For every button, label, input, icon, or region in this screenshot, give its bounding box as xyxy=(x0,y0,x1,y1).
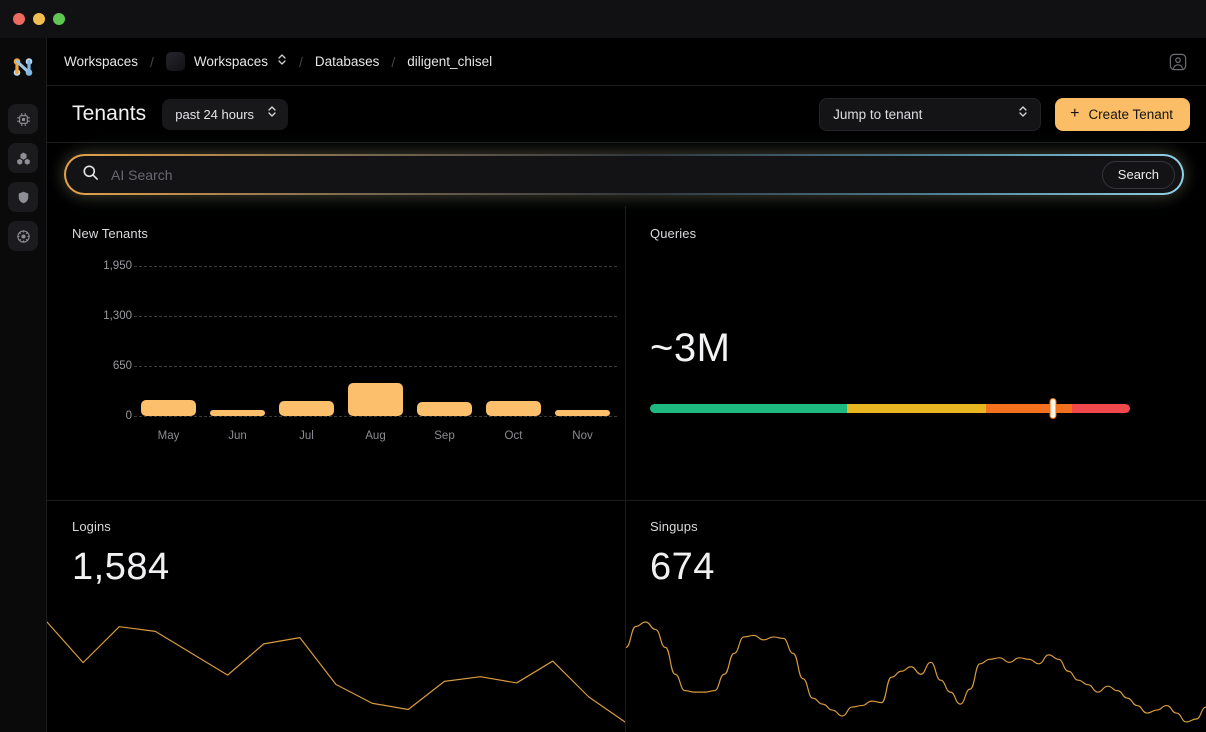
plus-icon: + xyxy=(1070,105,1080,122)
bar-chart-y-tick: 0 xyxy=(125,410,132,422)
panel-title-queries: Queries xyxy=(650,226,697,241)
search-input[interactable] xyxy=(111,166,1102,183)
breadcrumb-workspaces-root[interactable]: Workspaces xyxy=(64,54,138,69)
ai-search-bar[interactable]: Search xyxy=(66,156,1182,193)
app-window: Workspaces / Workspaces / Databases / di… xyxy=(0,0,1206,732)
breadcrumb-separator: / xyxy=(150,53,154,70)
sidebar-item-settings[interactable] xyxy=(8,221,38,251)
breadcrumb-separator: / xyxy=(298,53,303,70)
neon-logo[interactable] xyxy=(8,52,38,82)
account-avatar-icon[interactable] xyxy=(1164,48,1192,76)
singups-value: 674 xyxy=(650,546,715,588)
page-title: Tenants xyxy=(72,102,147,125)
bar-chart-x-tick: Jul xyxy=(299,430,314,442)
gauge-segment-critical xyxy=(1072,404,1130,413)
minimize-window-button[interactable] xyxy=(33,13,45,25)
dashboard-grid: New Tenants 1,950 1,300 650 0 May Jun Jul Aug Se… xyxy=(47,206,1206,732)
sidebar-item-compute[interactable] xyxy=(8,104,38,134)
breadcrumb-workspace-name: Workspaces xyxy=(193,54,268,69)
gauge-segment-good xyxy=(650,404,847,413)
new-tenants-bar-chart: 1,950 1,300 650 0 May Jun Jul Aug Sep Oct Nov xyxy=(72,251,617,481)
panel-new-tenants: New Tenants 1,950 1,300 650 0 May Jun Jul Aug Se… xyxy=(47,206,625,500)
sparkline-path xyxy=(47,621,625,723)
time-range-select[interactable]: past 24 hours xyxy=(162,98,289,130)
sparkline-svg xyxy=(626,621,1206,723)
panel-singups: Singups 674 xyxy=(626,501,1206,732)
jump-to-tenant-label: Jump to tenant xyxy=(833,106,923,122)
bar-chart-bar[interactable] xyxy=(485,400,542,416)
sidebar-item-branches[interactable] xyxy=(8,143,38,173)
breadcrumb-databases[interactable]: Databases xyxy=(315,54,380,69)
create-tenant-button[interactable]: + Create Tenant xyxy=(1055,97,1190,131)
panel-title-logins: Logins xyxy=(72,519,111,534)
close-window-button[interactable] xyxy=(13,13,25,25)
bar-chart-bar[interactable] xyxy=(209,410,266,416)
panel-queries: Queries ~3M xyxy=(626,206,1206,500)
chevron-updown-icon xyxy=(267,105,277,123)
queries-value: ~3M xyxy=(650,326,731,370)
bar-chart-y-tick: 650 xyxy=(112,360,132,372)
traffic-lights xyxy=(13,13,65,25)
zoom-window-button[interactable] xyxy=(53,13,65,25)
bar-chart-y-tick: 1,300 xyxy=(103,310,132,322)
gauge-segment-high xyxy=(985,404,1073,413)
search-icon xyxy=(82,164,99,186)
panel-title-new-tenants: New Tenants xyxy=(72,226,149,241)
sidebar-item-security[interactable] xyxy=(8,182,38,212)
breadcrumb-workspace-selector[interactable]: Workspaces xyxy=(165,52,287,71)
bar-chart-y-tick: 1,950 xyxy=(103,260,132,272)
bar-chart-bar[interactable] xyxy=(278,401,335,416)
bar-chart-bar[interactable] xyxy=(554,410,611,416)
breadcrumb-separator: / xyxy=(391,53,396,70)
panel-logins: Logins 1,584 xyxy=(47,501,625,732)
sparkline-svg xyxy=(47,621,625,723)
bar-chart-plot-area: May Jun Jul Aug Sep Oct Nov xyxy=(134,251,617,481)
panel-title-singups: Singups xyxy=(650,519,698,534)
bar-chart-x-tick: May xyxy=(157,430,180,442)
queries-gauge-marker[interactable] xyxy=(1049,398,1057,419)
sidebar-nav xyxy=(8,104,38,251)
create-tenant-label: Create Tenant xyxy=(1088,106,1173,122)
search-button[interactable]: Search xyxy=(1101,160,1175,189)
sparkline-path xyxy=(626,621,1206,723)
bar-chart-bar[interactable] xyxy=(416,402,473,416)
breadcrumb-database-name[interactable]: diligent_chisel xyxy=(407,54,492,69)
queries-gauge-track xyxy=(650,404,1130,413)
ai-search-container: Search xyxy=(64,154,1184,195)
bar-chart-bar[interactable] xyxy=(140,400,197,416)
sidebar-rail xyxy=(0,38,47,732)
singups-line-chart xyxy=(626,612,1206,732)
chevron-updown-icon xyxy=(277,53,287,70)
workspace-thumbnail-icon xyxy=(165,52,185,71)
bar-chart-x-tick: Aug xyxy=(365,430,386,442)
logins-line-chart xyxy=(47,612,625,732)
breadcrumb-bar: Workspaces / Workspaces / Databases / di… xyxy=(47,38,1206,86)
bar-chart-x-tick: Sep xyxy=(434,430,455,442)
window-titlebar xyxy=(0,0,1206,38)
bar-chart-bar[interactable] xyxy=(347,382,404,416)
time-range-label: past 24 hours xyxy=(175,106,255,122)
bar-chart-x-tick: Nov xyxy=(572,430,593,442)
bar-chart-x-tick: Oct xyxy=(504,430,523,442)
chevron-updown-icon xyxy=(1018,105,1028,123)
logins-value: 1,584 xyxy=(72,546,170,588)
page-header: Tenants past 24 hours Jump to tenant + C… xyxy=(47,86,1206,143)
jump-to-tenant-select[interactable]: Jump to tenant xyxy=(819,97,1042,131)
gauge-segment-warn xyxy=(846,404,986,413)
queries-gauge[interactable] xyxy=(650,398,1130,419)
bar-chart-x-tick: Jun xyxy=(228,430,247,442)
